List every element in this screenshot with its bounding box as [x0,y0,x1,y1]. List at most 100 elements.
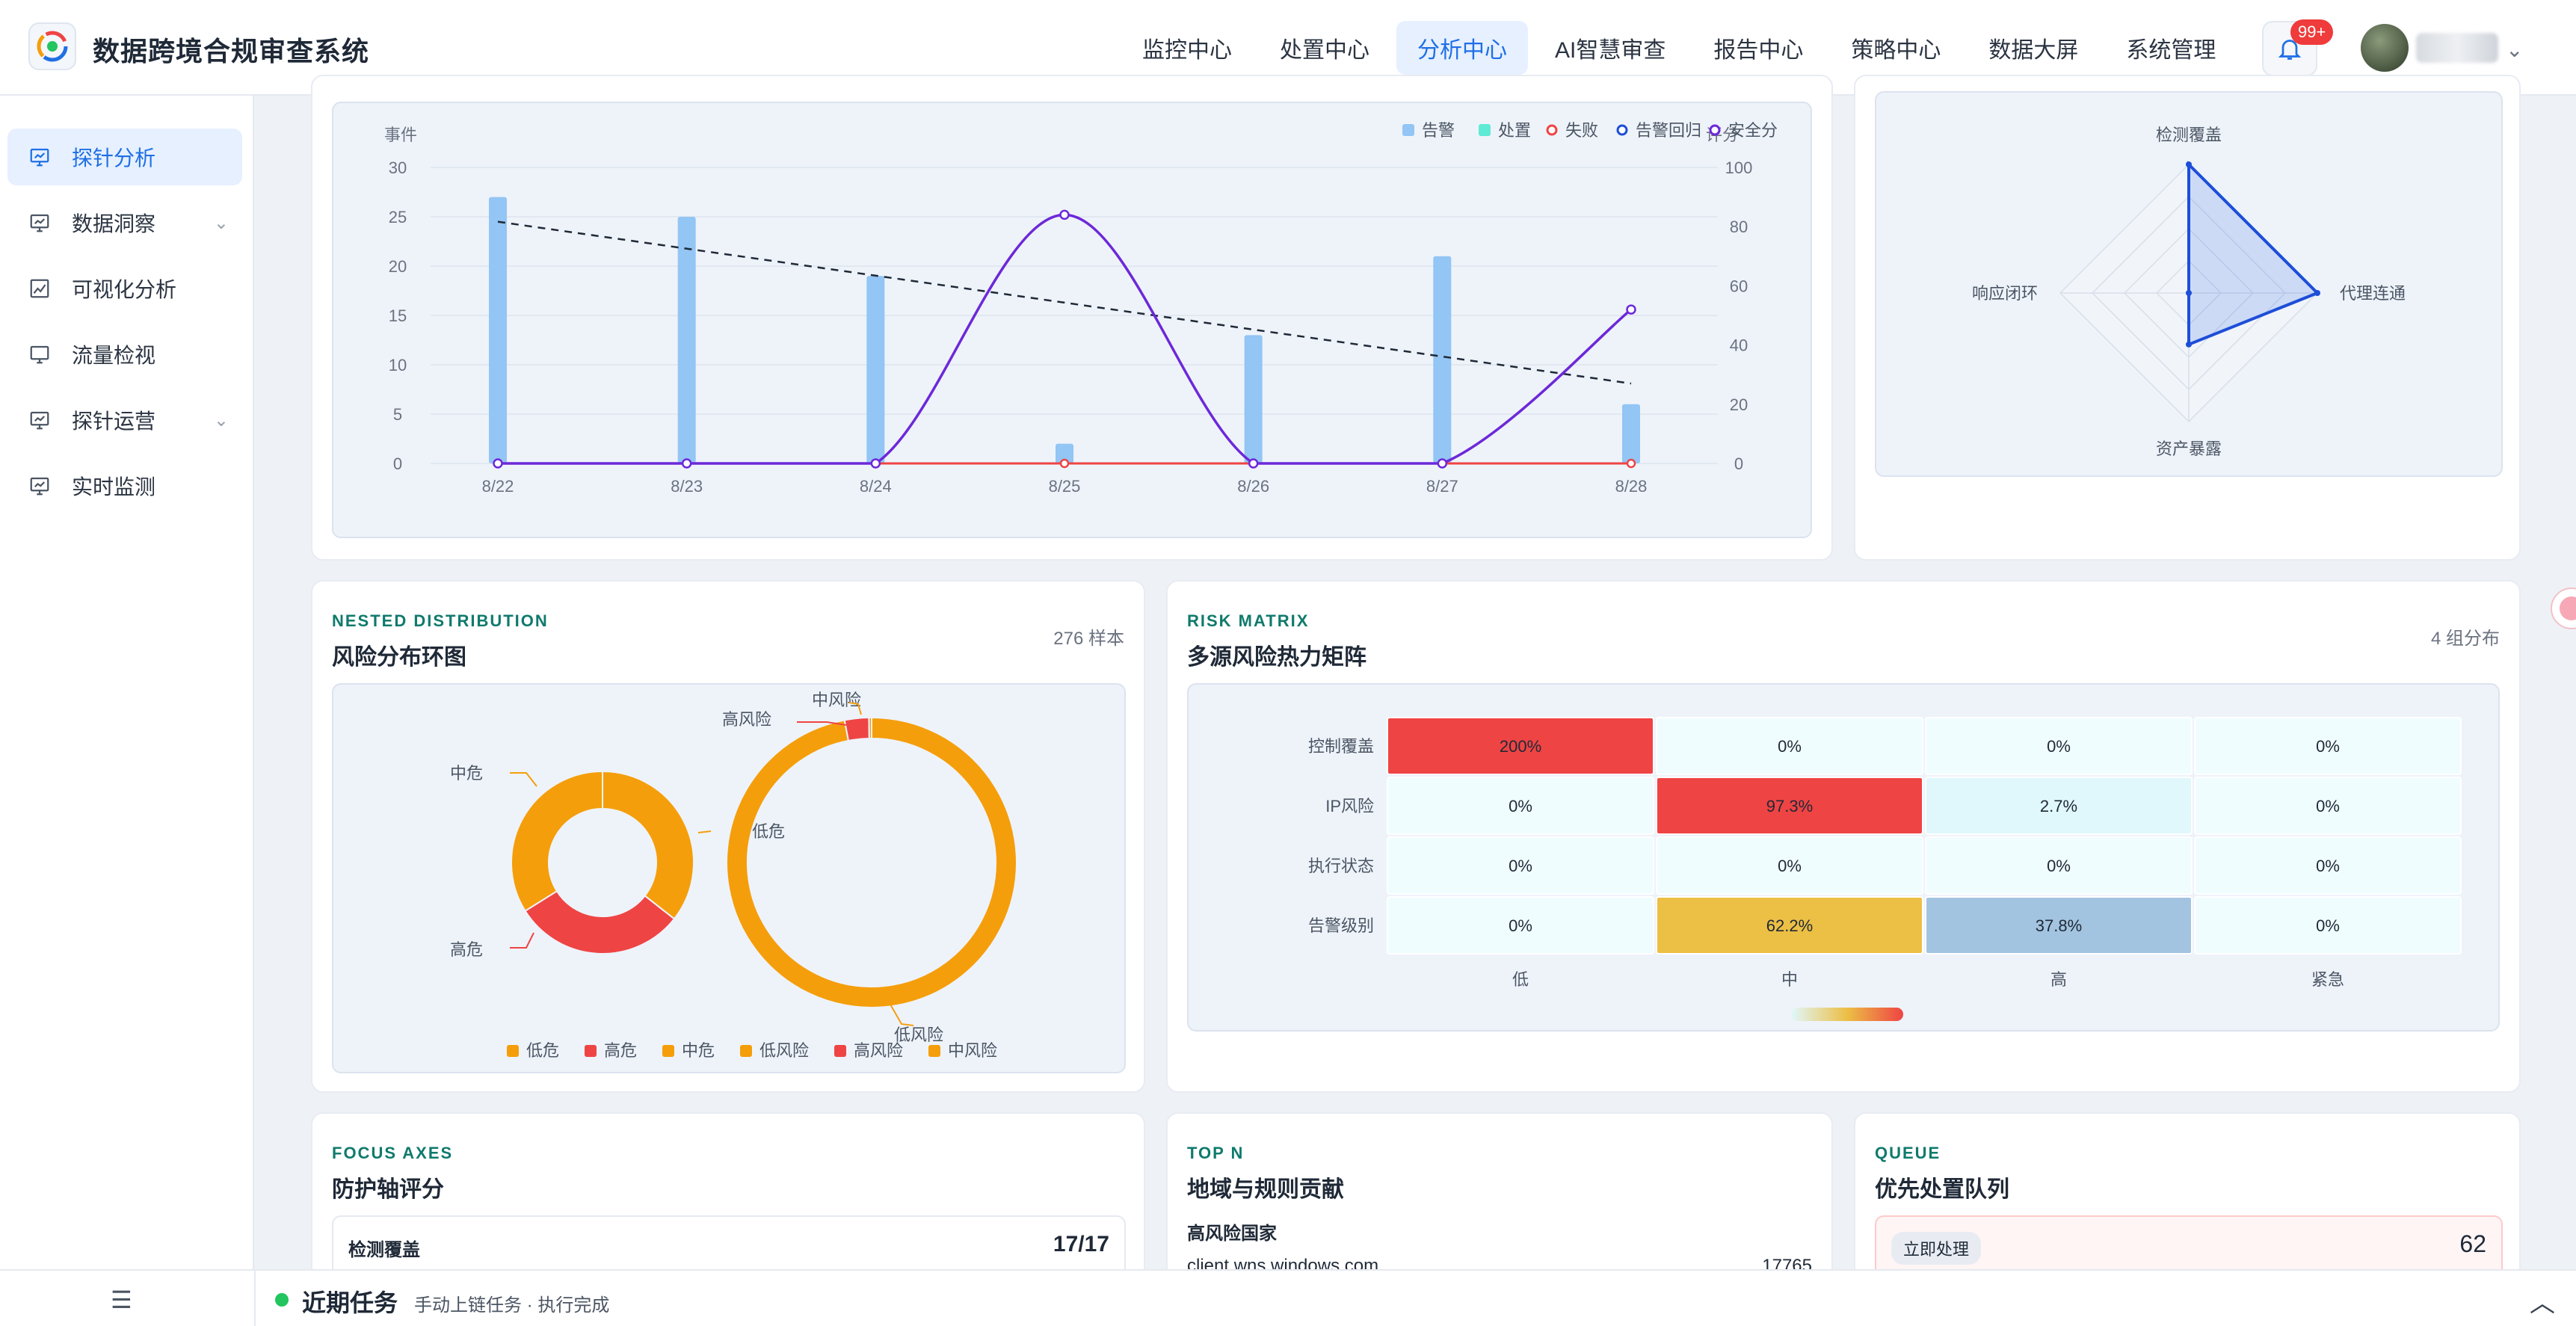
chevron-down-icon[interactable]: ⌄ [214,212,229,234]
monitor-icon [27,342,52,367]
heat-cell-value: 0% [2316,797,2340,815]
legend-label: 处置 [1498,121,1531,140]
menu-collapse-icon[interactable]: ☰ [111,1286,132,1314]
heat-cell-value: 0% [2047,857,2071,875]
card-title: 多源风险热力矩阵 [1187,645,1366,670]
radar-point [2186,290,2192,296]
app-logo[interactable] [28,22,76,70]
sidebar-item-realtime[interactable]: 实时监测 [7,457,242,514]
legend-label: 安全分 [1728,121,1778,140]
trend-card: 0 5 10 15 20 25 30 0 20 40 60 80 100 事件 评分 8/22 8/23 8/24… [311,75,1833,561]
nav-ai-review[interactable]: AI智慧审查 [1534,21,1686,75]
donut-slice-中风险 [868,716,872,740]
y-axis-label: 事件 [384,126,417,144]
col-label: 紧急 [2311,970,2344,989]
nav-policy[interactable]: 策略中心 [1830,21,1962,75]
image-chart-icon [27,276,52,301]
user-name-redacted[interactable] [2416,33,2498,63]
nav-system[interactable]: 系统管理 [2105,21,2237,75]
legend-swatch [1479,124,1491,136]
assistant-icon [2560,596,2576,620]
card-eyebrow: QUEUE [1875,1144,1941,1162]
y-tick-label: 30 [389,158,407,177]
y-tick-label: 0 [393,454,402,473]
security-score-point [1248,458,1259,469]
monitor-chart-icon [27,407,52,433]
sample-count: 276 样本 [1053,629,1124,649]
row-label: 控制覆盖 [1308,737,1374,756]
card-title: 风险分布环图 [332,645,466,670]
legend-label: 告警 [1422,121,1455,140]
bottom-task-bar: ☰ 近期任务 手动上链任务 · 执行完成 ︿ [0,1269,2576,1326]
donut-card: NESTED DISTRIBUTION 风险分布环图 276 样本 低危高危 中危… [311,580,1145,1093]
sidebar-item-label: 探针分析 [72,147,156,170]
chevron-down-icon[interactable]: ⌄ [2506,37,2523,62]
radar-panel: 检测覆盖 代理连通 资产暴露 响应闭环 [1875,91,2503,477]
row-label: 告警级别 [1308,916,1374,935]
nav-monitor[interactable]: 监控中心 [1121,21,1253,75]
nav-dashboard[interactable]: 数据大屏 [1968,21,2099,75]
donut-slice-高危 [524,889,676,955]
sidebar-item-traffic-inspect[interactable]: 流量检视 [7,326,242,383]
nav-report[interactable]: 报告中心 [1692,21,1824,75]
main-nav: 监控中心 处置中心 分析中心 AI智慧审查 报告中心 策略中心 数据大屏 系统管… [1121,21,2243,75]
nav-disposal[interactable]: 处置中心 [1259,21,1390,75]
chevron-down-icon[interactable]: ⌄ [214,410,229,431]
legend-label: 高危 [604,1041,637,1060]
radar-indicator-label: 资产暴露 [2156,440,2222,458]
y-tick-label: 25 [389,208,407,226]
sidebar-item-visual-analysis[interactable]: 可视化分析 [7,260,242,317]
donut-slice-高风险 [843,717,870,742]
y2-tick-label: 20 [1730,395,1748,414]
heat-cell-value: 0% [2047,737,2071,756]
slice-label: 中风险 [812,691,861,709]
sidebar-item-probe-ops[interactable]: 探针运营 ⌄ [7,392,242,448]
radar-indicator-label: 代理连通 [2340,284,2406,303]
bar-8/24 [866,276,885,463]
sidebar-item-label: 流量检视 [72,344,156,367]
x-tick-label: 8/22 [482,477,514,496]
radar-point [2186,161,2192,167]
heat-cell-value: 0% [1509,857,1532,875]
x-tick-label: 8/27 [1426,477,1458,496]
recent-task-status: 手动上链任务 · 执行完成 [414,1295,610,1316]
monitor-chart-icon [27,144,52,170]
chevron-up-icon[interactable]: ︿ [2530,1283,2555,1319]
donut-slice-低危 [602,770,694,920]
heat-cell-value: 62.2% [1766,916,1813,935]
sidebar-item-data-insight[interactable]: 数据洞察 ⌄ [7,194,242,251]
radar-indicator-label: 检测覆盖 [2156,126,2222,144]
col-label: 低 [1512,970,1529,989]
heat-cell-value: 0% [1778,857,1802,875]
bar-8/26 [1244,335,1263,463]
axis-score: 17/17 [1053,1232,1109,1256]
sidebar-item-probe-analysis[interactable]: 探针分析 [7,129,242,185]
floating-assistant-button[interactable] [2551,588,2576,629]
leader-line [697,830,712,833]
legend-label: 失败 [1565,121,1598,140]
radar-area [2187,161,2320,347]
app-title: 数据跨境合规审查系统 [93,36,370,67]
row-label: IP风险 [1325,797,1374,815]
card-title: 防护轴评分 [332,1177,444,1202]
card-eyebrow: FOCUS AXES [332,1144,454,1162]
nav-analysis[interactable]: 分析中心 [1396,21,1528,75]
y2-tick-label: 80 [1730,218,1748,236]
sidebar-item-label: 探针运营 [72,410,156,433]
legend-swatch [662,1045,674,1057]
visual-map-bar [1791,1008,1903,1021]
y2-tick-label: 0 [1734,454,1743,473]
avatar[interactable] [2361,24,2409,72]
card-eyebrow: NESTED DISTRIBUTION [332,611,549,630]
slice-label: 中危 [450,764,483,783]
x-tick-label: 8/25 [1049,477,1081,496]
card-eyebrow: TOP N [1187,1144,1245,1162]
card-title: 优先处置队列 [1875,1177,2009,1202]
donut-panel: 低危 高危 中危 低风险 高风险 中风险 低危 高危 中危 低风险 高风险 中风险 [332,683,1126,1073]
notification-badge: 99+ [2290,19,2334,45]
heat-cell-value: 37.8% [2036,916,2082,935]
topn-subhead: 高风险国家 [1187,1224,1277,1244]
slice-label: 低危 [752,822,785,841]
heat-cell-value: 0% [2316,737,2340,756]
failure-point [1626,458,1636,469]
